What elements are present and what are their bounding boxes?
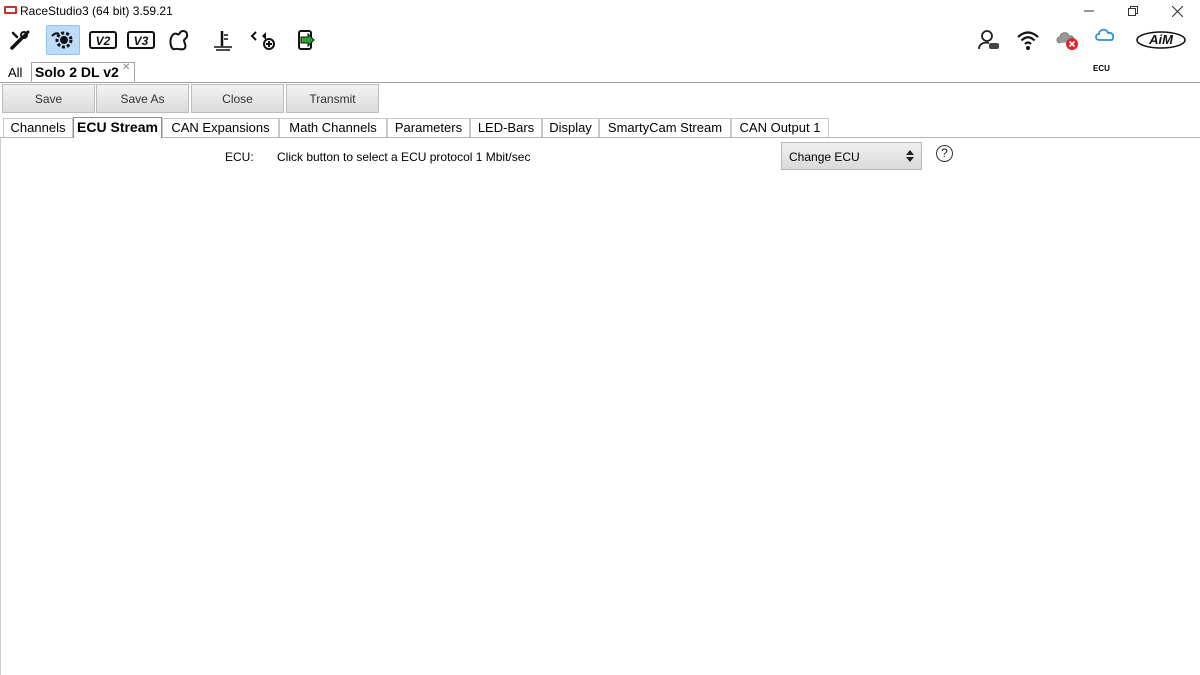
svg-text:V3: V3	[134, 34, 149, 48]
config-gear-icon	[51, 31, 73, 49]
restore-button[interactable]	[1110, 0, 1156, 22]
ecu-stream-panel: ECU: Click button to select a ECU protoc…	[0, 138, 1200, 675]
action-bar: Save Save As Close Transmit	[0, 83, 1200, 115]
close-window-button[interactable]	[1154, 0, 1200, 22]
close-button[interactable]: Close	[191, 84, 284, 113]
tab-math-channels[interactable]: Math Channels	[279, 118, 387, 137]
cloud-error-button[interactable]	[1050, 25, 1084, 55]
transmit-tool-button[interactable]	[289, 25, 323, 55]
sensor-tool-button[interactable]	[206, 25, 240, 55]
minimize-button[interactable]	[1066, 0, 1112, 22]
racestudio-logo-icon	[4, 6, 17, 14]
doc-tab-solo2[interactable]: Solo 2 DL v2 ✕	[31, 62, 135, 82]
v2-icon: V2	[89, 31, 117, 49]
help-icon[interactable]: ?	[936, 145, 953, 162]
wrench-icon	[10, 30, 30, 50]
transmit-button[interactable]: Transmit	[286, 84, 379, 113]
doc-tab-label: Solo 2 DL v2	[35, 64, 119, 80]
user-status-icon	[978, 30, 999, 50]
svg-text:V2: V2	[96, 34, 111, 48]
tab-display[interactable]: Display	[542, 118, 599, 137]
minimize-icon	[1084, 10, 1094, 12]
change-ecu-button[interactable]: Change ECU	[781, 142, 922, 170]
config-tool-button[interactable]	[46, 25, 80, 55]
save-button[interactable]: Save	[2, 84, 95, 113]
tab-can-output-1[interactable]: CAN Output 1	[731, 118, 829, 137]
user-status-button[interactable]	[972, 25, 1006, 55]
v2-tool-button[interactable]: V2	[86, 25, 120, 55]
doc-tab-all[interactable]: All	[4, 64, 26, 81]
aim-logo-icon: AiM	[1136, 31, 1186, 49]
main-toolbar: V2 V3 ECU AiM	[0, 22, 1200, 73]
title-bar: RaceStudio3 (64 bit) 3.59.21	[0, 0, 1200, 22]
cloud-error-icon	[1056, 32, 1078, 50]
tab-channels[interactable]: Channels	[3, 118, 73, 137]
v3-icon: V3	[127, 31, 155, 49]
transmit-arrow-icon	[298, 30, 315, 50]
updown-arrow-icon	[906, 150, 914, 162]
track-tool-button[interactable]	[162, 25, 196, 55]
tab-parameters[interactable]: Parameters	[387, 118, 470, 137]
wrench-tool-button[interactable]	[3, 25, 37, 55]
wifi-icon	[1017, 31, 1039, 50]
v3-tool-button[interactable]: V3	[124, 25, 158, 55]
config-tabs: Channels ECU Stream CAN Expansions Math …	[0, 117, 1200, 138]
tab-led-bars[interactable]: LED-Bars	[470, 118, 542, 137]
wifi-button[interactable]	[1011, 25, 1045, 55]
document-tabs: All Solo 2 DL v2 ✕	[0, 61, 1200, 83]
aim-logo: AiM	[1134, 25, 1188, 55]
ecu-cloud-icon	[1095, 28, 1115, 41]
tab-ecu-stream[interactable]: ECU Stream	[73, 117, 162, 138]
svg-text:AiM: AiM	[1148, 32, 1174, 47]
track-icon	[169, 29, 189, 51]
ecu-cloud-button[interactable]	[1088, 23, 1122, 45]
close-icon	[1171, 5, 1183, 17]
save-as-button[interactable]: Save As	[96, 84, 189, 113]
restore-icon	[1128, 6, 1138, 16]
device-add-icon	[250, 31, 275, 50]
device-add-tool-button[interactable]	[246, 25, 280, 55]
window-title: RaceStudio3 (64 bit) 3.59.21	[20, 4, 173, 18]
sensor-icon	[214, 31, 232, 51]
tab-smartycam-stream[interactable]: SmartyCam Stream	[599, 118, 731, 137]
close-tab-icon[interactable]: ✕	[122, 62, 130, 73]
tab-can-expansions[interactable]: CAN Expansions	[162, 118, 279, 137]
change-ecu-label: Change ECU	[789, 150, 860, 164]
ecu-description: Click button to select a ECU protocol 1 …	[277, 150, 531, 164]
ecu-field-label: ECU:	[225, 150, 254, 164]
